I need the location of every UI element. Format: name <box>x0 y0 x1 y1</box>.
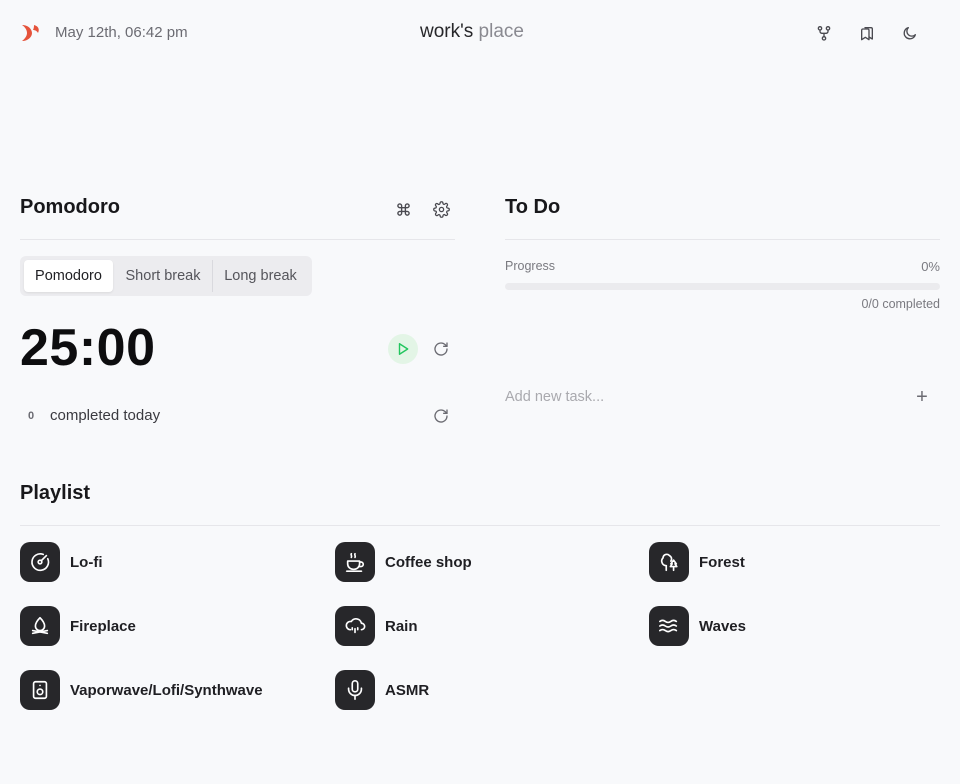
theme-toggle-button[interactable] <box>898 21 922 45</box>
playlist-item-label: Forest <box>699 553 745 571</box>
timer-mode-tabs: Pomodoro Short break Long break <box>20 256 312 296</box>
gear-icon <box>432 200 450 218</box>
playlist-item-lofi[interactable]: Lo-fi <box>20 542 102 582</box>
completed-label: completed today <box>50 407 161 424</box>
cloud-rain-icon <box>335 606 375 646</box>
command-icon <box>396 202 411 217</box>
pomodoro-divider <box>20 239 455 240</box>
playlist-item-waves[interactable]: Waves <box>649 606 746 646</box>
playlist-item-label: ASMR <box>385 681 430 699</box>
pomodoro-title: Pomodoro <box>20 196 120 218</box>
mic-icon <box>335 670 375 710</box>
playlist-item-forest[interactable]: Forest <box>649 542 745 582</box>
playlist-item-label: Rain <box>385 617 418 635</box>
progress-completed-text: 0/0 completed <box>861 297 940 311</box>
shortcuts-button[interactable] <box>391 197 415 221</box>
playlist-item-asmr[interactable]: ASMR <box>335 670 429 710</box>
refresh-icon <box>433 341 449 357</box>
new-task-input[interactable] <box>505 384 905 410</box>
play-icon <box>396 342 410 356</box>
progress-label: Progress <box>505 259 556 273</box>
trees-icon <box>649 542 689 582</box>
progress-percent: 0% <box>921 259 940 274</box>
completed-count: 0 <box>28 410 35 422</box>
playlist-item-label: Coffee shop <box>385 553 472 571</box>
settings-button[interactable] <box>429 197 453 221</box>
tab-short-break[interactable]: Short break <box>114 260 212 292</box>
playlist-item-label: Vaporwave/Lofi/Synthwave <box>70 681 263 699</box>
moon-icon <box>902 25 918 41</box>
bookmarks-icon <box>859 25 875 41</box>
playlist-item-fireplace[interactable]: Fireplace <box>20 606 136 646</box>
tab-long-break[interactable]: Long break <box>213 260 308 292</box>
playlist-item-label: Fireplace <box>70 617 136 635</box>
play-button[interactable] <box>388 334 418 364</box>
fork-icon <box>816 25 832 41</box>
playlist-item-label: Waves <box>699 617 746 635</box>
speaker-icon <box>20 670 60 710</box>
flame-icon <box>20 606 60 646</box>
progress-bar <box>505 283 940 290</box>
page-title: work's place <box>0 21 944 43</box>
refresh-icon <box>433 408 449 424</box>
playlist-divider <box>20 525 940 526</box>
timer-display: 25:00 <box>20 319 156 377</box>
vinyl-icon <box>20 542 60 582</box>
waves-icon <box>649 606 689 646</box>
todo-divider <box>505 239 940 240</box>
todo-title: To Do <box>505 196 561 218</box>
playlist-title: Playlist <box>20 482 91 504</box>
bookmarks-button[interactable] <box>855 21 879 45</box>
fork-button[interactable] <box>812 21 836 45</box>
add-task-button[interactable]: + <box>910 385 934 409</box>
playlist-item-vaporwave[interactable]: Vaporwave/Lofi/Synthwave <box>20 670 263 710</box>
reset-timer-button[interactable] <box>429 337 453 361</box>
playlist-item-rain[interactable]: Rain <box>335 606 418 646</box>
coffee-icon <box>335 542 375 582</box>
playlist-item-coffee-shop[interactable]: Coffee shop <box>335 542 472 582</box>
title-part1: work's <box>420 21 474 42</box>
title-part2: place <box>478 21 524 42</box>
header: May 12th, 06:42 pm work's place <box>0 0 960 66</box>
reset-count-button[interactable] <box>429 404 453 428</box>
tab-pomodoro[interactable]: Pomodoro <box>24 260 113 292</box>
playlist-item-label: Lo-fi <box>70 553 103 571</box>
